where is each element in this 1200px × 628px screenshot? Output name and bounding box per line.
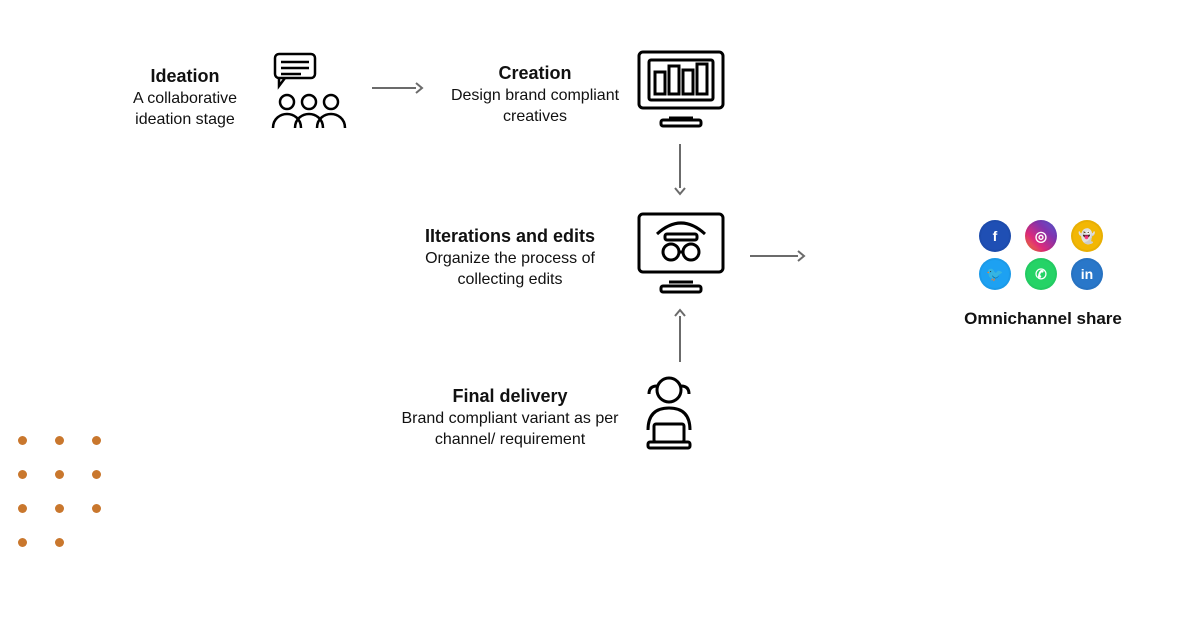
node-final: Final delivery Brand compliant variant a… (395, 385, 625, 451)
node-creation: Creation Design brand compliant creative… (440, 62, 630, 128)
whatsapp-glyph: ✆ (1035, 266, 1047, 283)
facebook-glyph: f (993, 228, 998, 244)
whatsapp-icon: ✆ (1025, 258, 1057, 290)
facebook-icon: f (979, 220, 1011, 252)
final-title: Final delivery (395, 385, 625, 408)
omnichannel-label: Omnichannel share (958, 308, 1128, 329)
iterations-title: IIterations and edits (395, 225, 625, 248)
node-ideation: Ideation A collaborative ideation stage (105, 65, 265, 131)
twitter-glyph: 🐦 (986, 266, 1003, 283)
instagram-glyph: ◎ (1035, 228, 1047, 245)
snapchat-icon: 👻 (1071, 220, 1103, 252)
arrow-right-2 (748, 248, 806, 264)
linkedin-icon: in (1071, 258, 1103, 290)
instagram-icon: ◎ (1025, 220, 1057, 252)
snapchat-glyph: 👻 (1078, 228, 1095, 245)
creation-title: Creation (440, 62, 630, 85)
arrow-right-1 (370, 80, 424, 96)
collaboration-icon (265, 52, 353, 130)
ideation-title: Ideation (105, 65, 265, 88)
node-omnichannel: f ◎ 👻 🐦 ✆ in Omnichannel share (958, 220, 1128, 329)
social-icons-grid: f ◎ 👻 🐦 ✆ in (958, 220, 1128, 290)
diagram-canvas: Ideation A collaborative ideation stage … (0, 0, 1200, 628)
linkedin-glyph: in (1081, 266, 1093, 282)
creation-desc: Design brand compliant creatives (440, 85, 630, 128)
person-laptop-icon (630, 372, 708, 454)
arrow-down-1 (672, 142, 688, 196)
decorative-dot-grid (18, 432, 129, 568)
ideation-desc: A collaborative ideation stage (105, 88, 265, 131)
arrow-up-1 (672, 306, 688, 364)
iterations-desc: Organize the process of collecting edits (395, 248, 625, 291)
final-desc: Brand compliant variant as per channel/ … (395, 408, 625, 451)
design-monitor-icon (635, 48, 727, 130)
node-iterations: IIterations and edits Organize the proce… (395, 225, 625, 291)
review-monitor-icon (635, 210, 727, 296)
twitter-icon: 🐦 (979, 258, 1011, 290)
